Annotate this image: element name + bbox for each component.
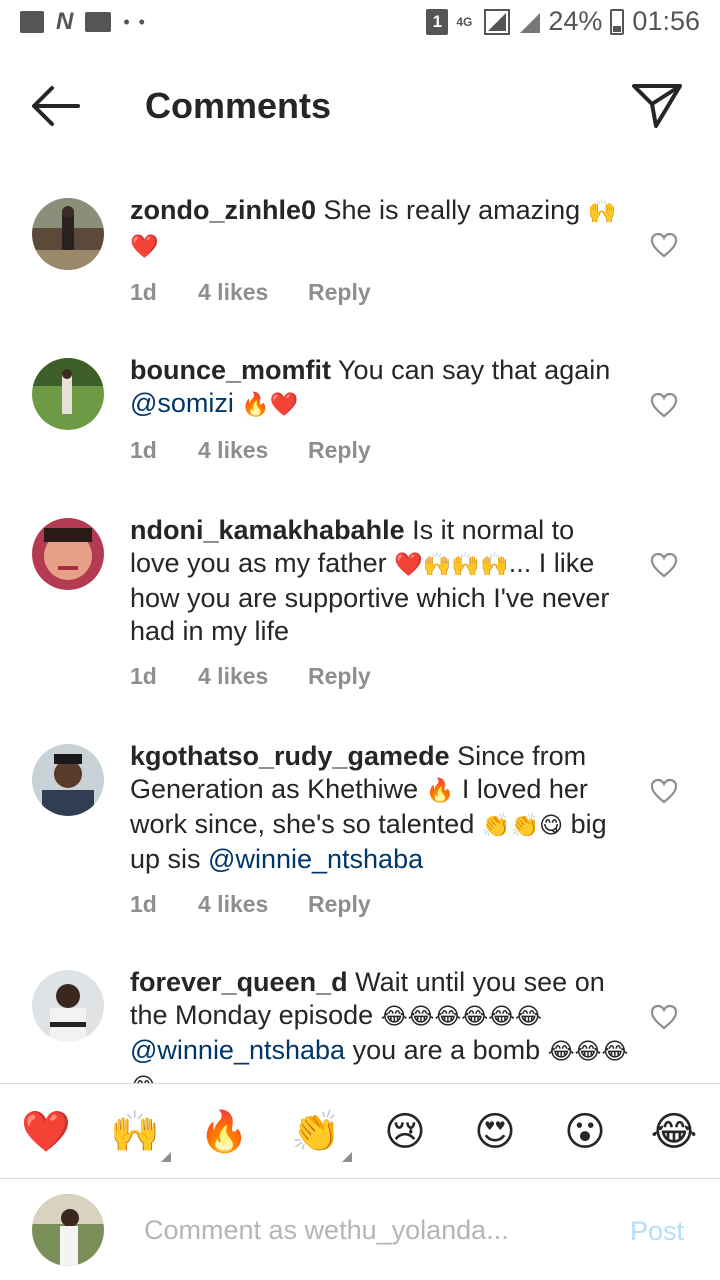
comment-username[interactable]: forever_queen_d bbox=[130, 967, 348, 997]
skin-tone-indicator-icon bbox=[342, 1152, 352, 1162]
reply-button[interactable]: Reply bbox=[308, 661, 371, 691]
like-heart-icon[interactable] bbox=[650, 392, 678, 418]
comment-emoji-2: 👏👏😋 bbox=[481, 813, 564, 839]
my-avatar bbox=[32, 1194, 104, 1266]
emoji-tears-of-joy-button[interactable]: 😂 bbox=[646, 1106, 702, 1158]
like-heart-icon[interactable] bbox=[650, 232, 678, 258]
comment-username[interactable]: zondo_zinhle0 bbox=[130, 195, 316, 225]
emoji-crying-button[interactable]: 😢 bbox=[377, 1106, 433, 1158]
emoji-raised-hands-button[interactable]: 🙌 bbox=[107, 1106, 171, 1162]
signal-icon bbox=[484, 8, 511, 35]
comment-content: You can say that again bbox=[331, 355, 611, 385]
comment-input[interactable] bbox=[144, 1210, 604, 1250]
avatar[interactable] bbox=[32, 970, 104, 1042]
comments-list[interactable]: zondo_zinhle0 She is really amazing 🙌 ❤️… bbox=[0, 180, 720, 1083]
emoji-heart-eyes-button[interactable]: 😍 bbox=[467, 1106, 523, 1158]
comment-text: bounce_momfit You can say that again @so… bbox=[130, 354, 630, 422]
comment-emoji: 🔥❤️ bbox=[233, 392, 299, 418]
avatar[interactable] bbox=[32, 518, 104, 590]
clock: 01:56 bbox=[632, 6, 700, 36]
emoji-surprised-button[interactable]: 😮 bbox=[557, 1106, 613, 1158]
status-bar: N • • 1 4G 24% 01:56 bbox=[0, 0, 720, 50]
comment-body: kgothatso_rudy_gamede Since from Generat… bbox=[130, 740, 630, 919]
comment-username[interactable]: bounce_momfit bbox=[130, 355, 331, 385]
page-title: Comments bbox=[145, 85, 332, 126]
emoji-fire-button[interactable]: 🔥 bbox=[196, 1106, 252, 1158]
comment-likes[interactable]: 4 likes bbox=[198, 277, 308, 307]
gallery-notification-icon bbox=[20, 11, 44, 33]
reply-button[interactable]: Reply bbox=[308, 435, 371, 465]
comment-text: forever_queen_d Wait until you see on th… bbox=[130, 966, 630, 1083]
comment-text: kgothatso_rudy_gamede Since from Generat… bbox=[130, 740, 630, 876]
comment-content-continued: you are a bomb bbox=[345, 1035, 548, 1065]
skin-tone-indicator-icon bbox=[161, 1152, 171, 1162]
status-right: 1 4G 24% 01:56 bbox=[426, 6, 700, 37]
network-type: 4G bbox=[456, 14, 473, 29]
comment-time: 1d bbox=[130, 891, 157, 917]
comment-composer: Post bbox=[0, 1180, 720, 1280]
signal-strength-icon bbox=[518, 11, 541, 33]
comment-likes[interactable]: 4 likes bbox=[198, 435, 308, 465]
comment-body: forever_queen_d Wait until you see on th… bbox=[130, 966, 630, 1083]
header: Comments bbox=[0, 60, 720, 152]
comment-meta: 1d 4 likes Reply bbox=[130, 889, 630, 919]
back-arrow-icon[interactable] bbox=[28, 82, 84, 130]
like-heart-icon[interactable] bbox=[650, 1004, 678, 1030]
direct-send-icon[interactable] bbox=[630, 80, 684, 132]
comment-time: 1d bbox=[130, 437, 157, 463]
folder-notification-icon bbox=[85, 12, 112, 32]
comment-body: bounce_momfit You can say that again @so… bbox=[130, 354, 630, 465]
battery-icon bbox=[610, 8, 625, 35]
comment-emoji: 😂😂😂😂😂😂 bbox=[380, 1004, 542, 1030]
mention-link[interactable]: @winnie_ntshaba bbox=[130, 1035, 345, 1065]
reply-button[interactable]: Reply bbox=[308, 889, 371, 919]
comment-content: She is really amazing bbox=[316, 195, 588, 225]
comment-username[interactable]: ndoni_kamakhabahle bbox=[130, 515, 405, 545]
like-heart-icon[interactable] bbox=[650, 778, 678, 804]
battery-percent: 24% bbox=[548, 6, 603, 36]
reply-button[interactable]: Reply bbox=[308, 277, 371, 307]
comment-text: zondo_zinhle0 She is really amazing 🙌 ❤️ bbox=[130, 194, 630, 264]
comment-meta: 1d 4 likes Reply bbox=[130, 661, 630, 691]
avatar[interactable] bbox=[32, 358, 104, 430]
comment-username[interactable]: kgothatso_rudy_gamede bbox=[130, 741, 450, 771]
comment-meta: 1d 4 likes Reply bbox=[130, 277, 630, 307]
post-button[interactable]: Post bbox=[630, 1216, 684, 1247]
emoji-reaction-bar: ❤️ 🙌 🔥 👏 😢 😍 😮 😂 bbox=[0, 1083, 720, 1179]
comment-time: 1d bbox=[130, 279, 157, 305]
comment-likes[interactable]: 4 likes bbox=[198, 661, 308, 691]
comment-emoji: ❤️🙌🙌🙌 bbox=[394, 552, 509, 578]
emoji-clap-button[interactable]: 👏 bbox=[288, 1106, 352, 1162]
comment-emoji: 🔥 bbox=[425, 778, 455, 804]
emoji-raised-hands-glyph: 🙌 bbox=[110, 1109, 160, 1155]
mention-link[interactable]: @winnie_ntshaba bbox=[208, 844, 423, 874]
like-heart-icon[interactable] bbox=[650, 552, 678, 578]
comment-time: 1d bbox=[130, 663, 157, 689]
more-notifications-icon: • • bbox=[123, 11, 147, 32]
mention-link[interactable]: @somizi bbox=[130, 388, 234, 418]
comment-body: zondo_zinhle0 She is really amazing 🙌 ❤️… bbox=[130, 194, 630, 307]
emoji-heart-button[interactable]: ❤️ bbox=[18, 1106, 74, 1158]
comment-meta: 1d 4 likes Reply bbox=[130, 435, 630, 465]
emoji-clap-glyph: 👏 bbox=[291, 1109, 341, 1155]
avatar[interactable] bbox=[32, 198, 104, 270]
comment-likes[interactable]: 4 likes bbox=[198, 889, 308, 919]
avatar[interactable] bbox=[32, 744, 104, 816]
comment-body: ndoni_kamakhabahle Is it normal to love … bbox=[130, 514, 630, 691]
status-left: N • • bbox=[20, 10, 147, 34]
comment-text: ndoni_kamakhabahle Is it normal to love … bbox=[130, 514, 630, 648]
n-notification-icon: N bbox=[56, 8, 74, 35]
notification-count-badge: 1 bbox=[426, 8, 449, 35]
